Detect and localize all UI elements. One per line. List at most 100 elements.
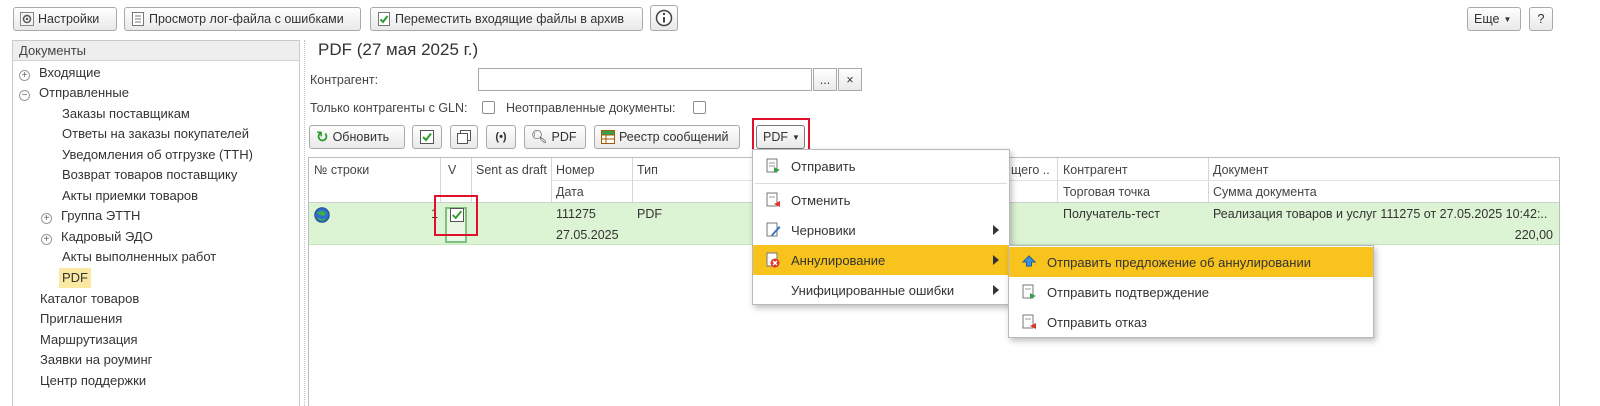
menu-item-drafts[interactable]: Черновики bbox=[753, 215, 1009, 245]
column-header-type[interactable]: Тип bbox=[637, 163, 658, 177]
nav-item-label: Кадровый ЭДО bbox=[61, 229, 153, 244]
annul-document-icon bbox=[765, 252, 781, 268]
ellipsis-label: ... bbox=[819, 72, 831, 87]
column-header-doc-sum[interactable]: Сумма документа bbox=[1213, 185, 1317, 199]
column-header-document[interactable]: Документ bbox=[1213, 163, 1268, 177]
menu-item-label: Черновики bbox=[791, 222, 856, 238]
cancel-document-icon bbox=[765, 192, 781, 208]
nav-item-label: Отправленные bbox=[39, 85, 129, 100]
column-header-v[interactable]: V bbox=[448, 163, 456, 177]
unsent-filter-checkbox[interactable] bbox=[693, 101, 706, 114]
nav-item-support[interactable]: Центр поддержки bbox=[40, 371, 146, 391]
info-button[interactable] bbox=[650, 5, 678, 31]
column-header-counterparty[interactable]: Контрагент bbox=[1063, 163, 1128, 177]
menu-item-label: Отправить bbox=[791, 158, 856, 174]
row-doc-type: PDF bbox=[637, 207, 662, 221]
expand-icon[interactable]: + bbox=[41, 234, 52, 245]
column-header-sent-as-draft[interactable]: Sent as draft bbox=[476, 163, 547, 177]
table-icon bbox=[601, 130, 615, 144]
nav-item-supplier-returns[interactable]: Возврат товаров поставщику bbox=[62, 165, 237, 185]
info-icon bbox=[655, 9, 673, 27]
menu-item-unified-errors[interactable]: Унифицированные ошибки bbox=[753, 275, 1009, 305]
row-doc-sum: 220,00 bbox=[1514, 228, 1553, 242]
menu-item-label: Отправить отказ bbox=[1047, 314, 1147, 330]
pdf-preview-button[interactable]: 🔍︎ PDF bbox=[524, 125, 586, 149]
column-header-date[interactable]: Дата bbox=[556, 185, 584, 199]
message-registry-label: Реестр сообщений bbox=[619, 130, 729, 144]
column-header-number[interactable]: Номер bbox=[556, 163, 594, 177]
sections-panel: Документы + Входящие − Отправленные Заказы… bbox=[12, 40, 300, 406]
document-check-icon bbox=[377, 12, 391, 26]
settings-button[interactable]: Настройки bbox=[13, 7, 117, 31]
check-all-button[interactable] bbox=[412, 125, 442, 149]
nav-item-sent[interactable]: − Отправленные bbox=[19, 83, 129, 103]
close-icon: × bbox=[846, 72, 854, 87]
chevron-down-icon: ▼ bbox=[1503, 14, 1512, 24]
menu-item-send-refusal[interactable]: Отправить отказ bbox=[1009, 307, 1373, 337]
view-log-button[interactable]: Просмотр лог-файла с ошибками bbox=[124, 7, 361, 31]
nav-item-routing[interactable]: Маршрутизация bbox=[40, 330, 138, 350]
nav-item-shipment-notices[interactable]: Уведомления об отгрузке (ТТН) bbox=[62, 145, 253, 165]
nav-item-order-responses[interactable]: Ответы на заказы покупателей bbox=[62, 124, 249, 144]
collapse-icon[interactable]: − bbox=[19, 90, 30, 101]
expand-icon[interactable]: + bbox=[19, 70, 30, 81]
select-counterparty-button[interactable]: ... bbox=[813, 68, 837, 91]
menu-item-cancel[interactable]: Отменить bbox=[753, 185, 1009, 215]
clear-counterparty-button[interactable]: × bbox=[838, 68, 862, 91]
magnifier-icon: 🔍︎ bbox=[531, 129, 548, 144]
refresh-button[interactable]: ↻ Обновить bbox=[309, 125, 405, 149]
row-counterparty: Получатель-тест bbox=[1063, 207, 1160, 221]
menu-item-label: Отменить bbox=[791, 192, 851, 208]
nav-item-label: Группа ЭТТН bbox=[61, 208, 141, 223]
menu-item-send-annul-offer[interactable]: Отправить предложение об аннулировании bbox=[1009, 247, 1373, 277]
counterparty-label: Контрагент: bbox=[310, 73, 379, 87]
column-header-partial[interactable]: щего .. bbox=[1011, 163, 1050, 177]
pdf-preview-label: PDF bbox=[551, 130, 577, 144]
send-document-icon bbox=[1021, 284, 1037, 300]
panel-splitter[interactable] bbox=[304, 40, 305, 406]
signal-button[interactable]: (•) bbox=[486, 125, 516, 149]
gln-filter-checkbox[interactable] bbox=[482, 101, 495, 114]
help-button[interactable]: ? bbox=[1529, 7, 1553, 31]
nav-item-ettn-group[interactable]: + Группа ЭТТН bbox=[41, 206, 140, 226]
message-registry-button[interactable]: Реестр сообщений bbox=[594, 125, 740, 149]
globe-status-icon bbox=[314, 207, 330, 223]
nav-item-roaming[interactable]: Заявки на роуминг bbox=[40, 350, 152, 370]
nav-item-incoming[interactable]: + Входящие bbox=[19, 63, 101, 83]
column-header-row-no[interactable]: № строки bbox=[314, 163, 369, 177]
menu-item-annulment[interactable]: Аннулирование bbox=[753, 245, 1009, 275]
nav-header: Документы bbox=[13, 41, 299, 61]
menu-item-label: Отправить подтверждение bbox=[1047, 284, 1209, 300]
nav-item-supplier-orders[interactable]: Заказы поставщикам bbox=[62, 104, 190, 124]
list-icon bbox=[131, 12, 145, 26]
counterparty-input[interactable] bbox=[478, 68, 812, 91]
refresh-icon: ↻ bbox=[316, 129, 329, 146]
menu-item-send-confirmation[interactable]: Отправить подтверждение bbox=[1009, 277, 1373, 307]
copy-icon bbox=[457, 130, 471, 144]
send-document-icon bbox=[765, 158, 781, 174]
row-doc-number: 111275 bbox=[556, 207, 596, 221]
broadcast-icon: (•) bbox=[495, 131, 507, 143]
nav-item-catalog[interactable]: Каталог товаров bbox=[40, 289, 139, 309]
expand-icon[interactable]: + bbox=[41, 213, 52, 224]
copy-button[interactable] bbox=[450, 125, 478, 149]
more-button[interactable]: Еще ▼ bbox=[1467, 7, 1521, 31]
archive-button[interactable]: Переместить входящие файлы в архив bbox=[370, 7, 643, 31]
arrow-up-icon bbox=[1021, 254, 1037, 270]
nav-item-pdf[interactable]: PDF bbox=[59, 268, 91, 288]
unsent-filter-label: Неотправленные документы: bbox=[506, 101, 676, 115]
submenu-arrow-icon bbox=[993, 285, 999, 295]
nav-item-hr-edo[interactable]: + Кадровый ЭДО bbox=[41, 227, 153, 247]
menu-item-label: Унифицированные ошибки bbox=[791, 282, 955, 298]
menu-item-send[interactable]: Отправить bbox=[753, 151, 1009, 181]
nav-item-work-acts[interactable]: Акты выполненных работ bbox=[62, 247, 216, 267]
menu-item-label: Аннулирование bbox=[791, 252, 886, 268]
column-header-outlet[interactable]: Торговая точка bbox=[1063, 185, 1150, 199]
draft-edit-icon bbox=[765, 222, 781, 238]
annotation-box bbox=[434, 195, 478, 236]
view-log-label: Просмотр лог-файла с ошибками bbox=[149, 12, 344, 26]
nav-item-invitations[interactable]: Приглашения bbox=[40, 309, 122, 329]
nav-item-acceptance-acts[interactable]: Акты приемки товаров bbox=[62, 186, 198, 206]
refuse-document-icon bbox=[1021, 314, 1037, 330]
submenu-arrow-icon bbox=[993, 225, 999, 235]
